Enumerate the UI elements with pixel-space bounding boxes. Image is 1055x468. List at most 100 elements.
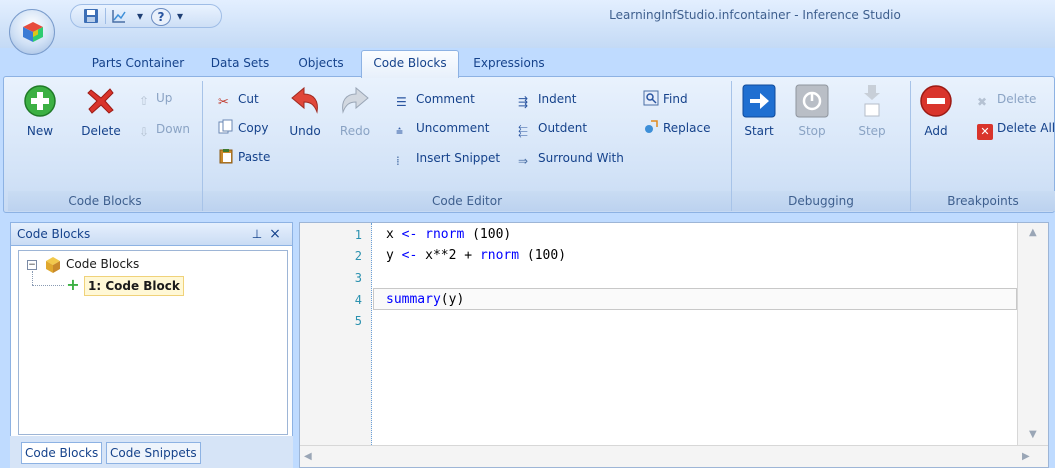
line-number: 2 [354,249,362,263]
uncomment-icon: ⩮ [396,124,404,138]
chart-icon[interactable] [111,8,127,24]
tree-root-label[interactable]: Code Blocks [66,257,139,271]
breakpoint-add-icon [920,85,952,117]
qat-separator [105,8,106,24]
down-button[interactable]: ⇩ Down [136,119,190,139]
cut-button[interactable]: ✂ Cut [218,89,259,110]
paste-button[interactable]: Paste [218,147,270,167]
tree-line [32,271,33,285]
delete-all-label: Delete All [997,121,1055,135]
line-number: 3 [354,271,362,285]
group-label: Breakpoints [911,191,1055,211]
line-number: 1 [354,228,362,242]
close-icon[interactable]: × [268,225,282,243]
cut-label: Cut [238,92,259,106]
code-line[interactable]: y <- x**2 + rnorm (100) [386,248,566,263]
application-menu-button[interactable] [9,9,55,55]
indent-button[interactable]: ⇶ Indent [518,89,576,109]
code-line[interactable]: x <- rnorm (100) [386,227,511,242]
delete-all-icon: ✕ [977,124,993,140]
comment-lines-icon: ☰ [396,95,407,109]
help-dropdown[interactable]: ▾ [175,7,185,25]
tab-parts-container[interactable]: Parts Container [84,51,192,76]
redo-button[interactable]: Redo [335,84,375,138]
add-circle-icon [24,85,56,117]
new-button[interactable]: New [20,84,60,138]
add-code-block-icon: + [66,275,80,294]
group-label: Code Blocks [8,191,202,211]
replace-button[interactable]: Replace [643,118,710,138]
uncomment-button[interactable]: ⩮ Uncomment [396,118,489,138]
up-label: Up [156,91,173,105]
scroll-up-icon[interactable]: ▲ [1029,227,1037,238]
down-label: Down [156,122,191,136]
step-button[interactable]: Step [855,84,889,138]
undo-button[interactable]: Undo [285,84,325,138]
scroll-down-icon[interactable]: ▼ [1029,429,1037,440]
group-label: Code Editor [203,191,731,211]
tab-expressions[interactable]: Expressions [467,51,551,76]
qat-dropdown[interactable]: ▾ [135,7,145,25]
step-label: Step [858,124,886,138]
copy-icon [218,119,233,134]
redo-label: Redo [339,124,371,138]
stop-icon [795,84,829,118]
surround-icon: ⇒ [518,154,529,168]
scissors-icon: ✂ [218,95,229,110]
add-breakpoint-label: Add [924,124,948,138]
horizontal-scrollbar[interactable]: ◀ ▶ [300,445,1048,467]
copy-label: Copy [238,121,269,135]
start-arrow-icon [742,84,776,118]
surround-with-button[interactable]: ⇒ Surround With [518,148,624,168]
clipboard-icon [219,149,233,164]
delete-x-icon [87,88,114,114]
new-label: New [26,124,54,138]
code-line[interactable]: summary(y) [386,292,464,307]
delete-breakpoint-button[interactable]: ✖ Delete [977,89,1036,109]
step-icon [864,85,880,117]
down-arrow-icon: ⇩ [138,125,150,139]
tab-objects[interactable]: Objects [292,51,350,76]
pin-icon[interactable]: ⊥ [250,225,264,243]
delete-all-breakpoints-button[interactable]: ✕ Delete All [977,118,1055,140]
comment-button[interactable]: ☰ Comment [396,89,475,109]
undo-arrow-icon [291,86,318,114]
tab-data-sets[interactable]: Data Sets [204,51,276,76]
comment-label: Comment [416,92,475,106]
app-cube-icon [23,22,43,42]
insert-snippet-button[interactable]: ⁞ Insert Snippet [396,148,500,168]
copy-button[interactable]: Copy [218,118,268,138]
start-label: Start [744,124,774,138]
gutter-separator [371,223,372,445]
help-icon[interactable]: ? [151,8,171,26]
panel-title: Code Blocks [17,227,91,241]
tree-line [32,285,64,286]
collapse-toggle[interactable]: − [27,260,37,270]
tab-code-blocks[interactable]: Code Blocks [361,50,459,78]
redo-arrow-icon [342,86,369,114]
add-breakpoint-button[interactable]: Add [917,84,955,138]
up-button[interactable]: ⇧ Up [136,88,172,108]
window-title: LearningInfStudio.infcontainer - Inferen… [609,8,901,22]
tree-item-code-block[interactable]: 1: Code Block [84,276,184,296]
scroll-left-icon[interactable]: ◀ [304,451,312,462]
group-label: Debugging [732,191,910,211]
find-button[interactable]: Find [643,89,688,109]
start-button[interactable]: Start [741,84,777,138]
find-icon [643,90,659,106]
indent-icon: ⇶ [518,95,529,109]
undo-label: Undo [289,124,321,138]
delete-breakpoint-label: Delete [997,92,1037,106]
vertical-scrollbar[interactable]: ▲ ▼ [1017,223,1048,445]
tab-code-blocks-panel[interactable]: Code Blocks [21,442,103,464]
outdent-icon: ⬱ [518,124,528,138]
find-label: Find [663,92,688,106]
delete-button[interactable]: Delete [76,84,126,138]
outdent-button[interactable]: ⬱ Outdent [518,118,587,138]
tab-code-snippets-panel[interactable]: Code Snippets [106,442,201,464]
save-icon[interactable] [83,8,99,24]
stop-button[interactable]: Stop [795,84,829,138]
scroll-right-icon[interactable]: ▶ [1022,451,1030,462]
current-line-highlight [373,288,1017,310]
line-number: 5 [354,314,362,328]
